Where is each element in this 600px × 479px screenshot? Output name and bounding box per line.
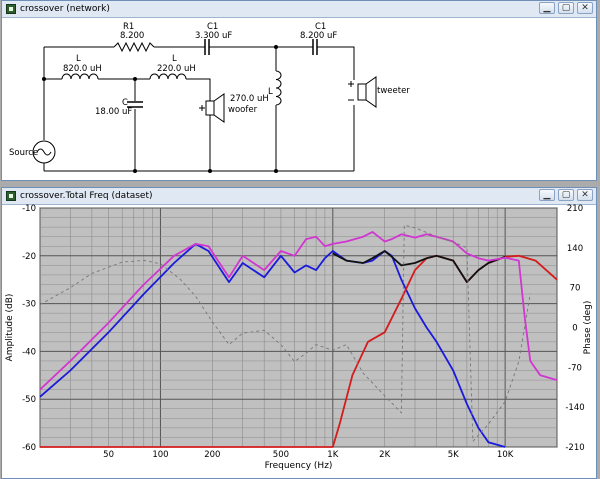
- l2-value: 220.0 uH: [157, 64, 196, 74]
- x-tick-label: 100: [152, 450, 168, 460]
- y2-tick-label: 70: [570, 284, 581, 294]
- minimize-button[interactable]: ▁: [539, 189, 555, 201]
- y-tick-label: -20: [22, 252, 36, 262]
- window-title: crossover (network): [20, 4, 110, 14]
- capacitor-c1a[interactable]: [197, 39, 217, 55]
- resistor-r1[interactable]: [113, 41, 155, 53]
- app-icon: [6, 4, 16, 14]
- minimize-button[interactable]: ▁: [539, 2, 555, 14]
- x-tick-label: 5K: [448, 450, 459, 460]
- y-tick-label: -40: [22, 347, 36, 357]
- y2-tick-label: -140: [565, 403, 584, 413]
- app-icon: [6, 191, 16, 201]
- y2-tick-label: 210: [567, 204, 583, 214]
- woofer-label: woofer: [228, 105, 258, 115]
- c1a-value: 3.300 uF: [195, 31, 232, 41]
- maximize-button[interactable]: ▢: [558, 2, 574, 14]
- x-tick-label: 1K: [327, 450, 338, 460]
- l3-value: 270.0 uH: [230, 94, 269, 104]
- network-window-titlebar[interactable]: crossover (network) ▁ ▢ ✕: [2, 1, 596, 18]
- frequency-chart[interactable]: 50 100 200 500 1K 2K 5K 10K -10 -20 -30 -40 -50 -60 21…: [2, 204, 596, 478]
- freq-window: crossover.Total Freq (dataset) ▁ ▢ ✕ 50 1…: [1, 187, 597, 479]
- freq-window-title: crossover.Total Freq (dataset): [20, 191, 153, 201]
- network-window: crossover (network) ▁ ▢ ✕ R1 8.200 C1 3.…: [1, 0, 597, 181]
- schematic-canvas: R1 8.200 C1 3.300 uF C1 8.200 uF L 820.0…: [9, 22, 410, 173]
- inductor-l3[interactable]: [275, 70, 282, 106]
- y2-tick-label: -70: [568, 363, 582, 373]
- tweeter-label: tweeter: [377, 86, 410, 96]
- l1-name: L: [76, 54, 81, 64]
- inductor-l2[interactable]: [149, 73, 187, 80]
- y-axis-label: Amplitude (dB): [5, 294, 15, 362]
- y-tick-label: -60: [22, 443, 36, 453]
- x-tick-label: 2K: [379, 450, 390, 460]
- tweeter-speaker-icon[interactable]: [348, 76, 377, 108]
- plot-area[interactable]: [39, 207, 558, 448]
- y-tick-label: -30: [22, 300, 36, 310]
- inductor-l1[interactable]: [61, 73, 99, 80]
- c-value: 18.00 uF: [95, 107, 132, 117]
- maximize-button[interactable]: ▢: [558, 189, 574, 201]
- x-tick-label: 500: [273, 450, 289, 460]
- x-axis-label: Frequency (Hz): [265, 461, 333, 471]
- r1-value: 8.200: [120, 31, 144, 41]
- woofer-speaker-icon[interactable]: [199, 93, 225, 123]
- y-tick-label: -10: [22, 204, 36, 214]
- y2-axis-label: Phase (deg): [583, 301, 593, 355]
- l2-name: L: [172, 54, 177, 64]
- c1b-value: 8.200 uF: [300, 31, 337, 41]
- x-tick-label: 200: [204, 450, 220, 460]
- capacitor-c1b[interactable]: [306, 39, 324, 55]
- y2-tick-label: 0: [572, 324, 577, 334]
- y-tick-label: -50: [22, 395, 36, 405]
- close-button[interactable]: ✕: [577, 189, 593, 201]
- y2-tick-label: 140: [567, 244, 583, 254]
- source-label: Source: [9, 148, 38, 158]
- x-tick-label: 50: [103, 450, 114, 460]
- l1-value: 820.0 uH: [63, 64, 102, 74]
- y2-tick-label: -210: [565, 443, 584, 453]
- freq-window-titlebar[interactable]: crossover.Total Freq (dataset) ▁ ▢ ✕: [2, 188, 596, 205]
- close-button[interactable]: ✕: [577, 2, 593, 14]
- x-tick-label: 10K: [497, 450, 514, 460]
